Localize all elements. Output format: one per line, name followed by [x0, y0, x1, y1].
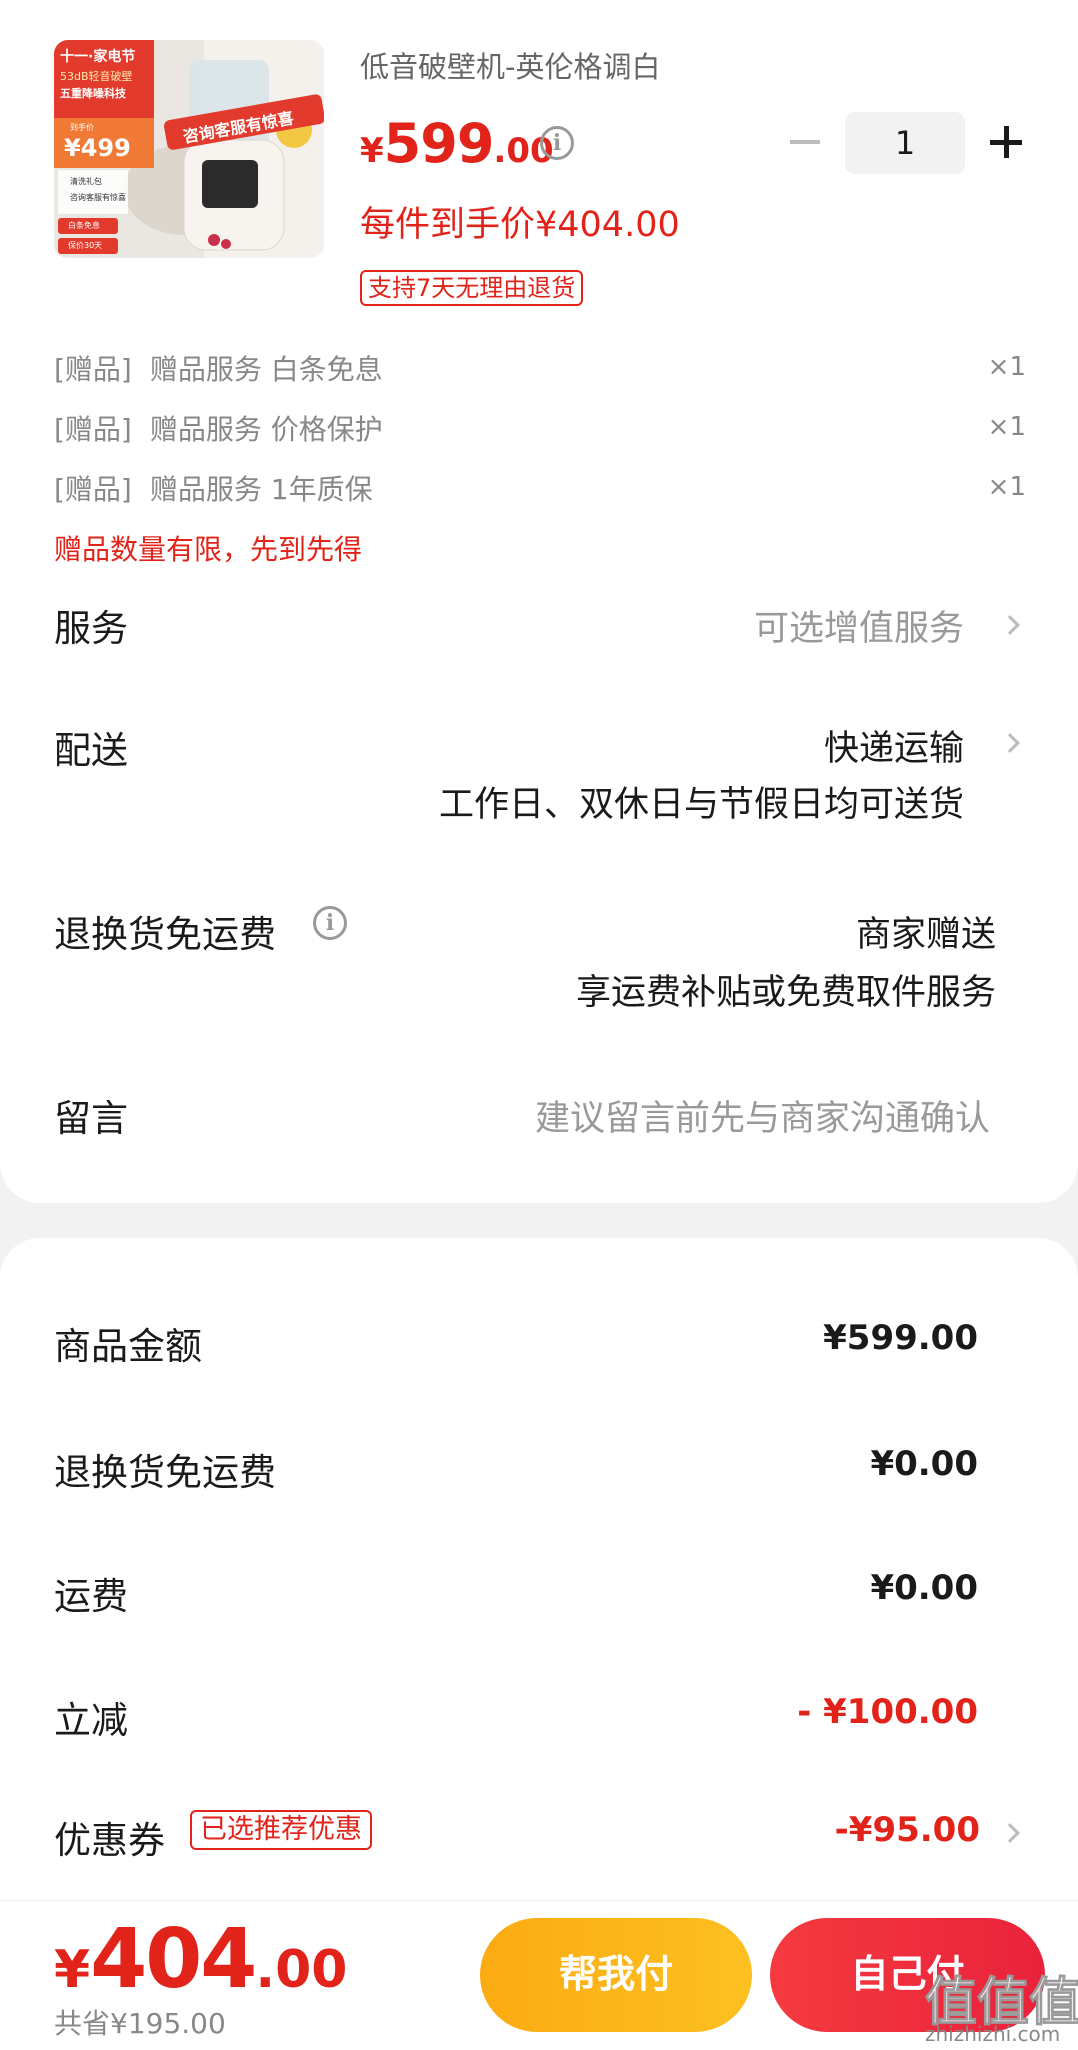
message-input[interactable]: 建议留言前先与商家沟通确认 — [535, 1090, 990, 1141]
gift-tag: [赠品] — [54, 353, 132, 386]
gift-count: ×1 — [987, 472, 1026, 502]
price-info-icon[interactable]: i — [540, 126, 574, 160]
instant-discount-label: 立减 — [54, 1699, 128, 1742]
return-fee-value: ¥0.00 — [870, 1444, 978, 1484]
product-image-side-2: 咨询客服有惊喜 — [70, 193, 126, 202]
shipping-fee-label: 运费 — [54, 1575, 128, 1618]
total-integer: 404 — [90, 1912, 257, 2007]
product-image-feature-2: 五重降噪科技 — [60, 87, 126, 100]
gift-item: [赠品] 赠品服务 1年质保 — [54, 468, 373, 508]
delivery-label: 配送 — [54, 729, 128, 772]
return-fee-label: 退换货免运费 — [54, 1451, 276, 1494]
gift-tag: [赠品] — [54, 413, 132, 446]
goods-amount-label: 商品金额 — [54, 1325, 202, 1368]
message-label: 留言 — [54, 1097, 128, 1140]
coupon-selected-badge: 已选推荐优惠 — [190, 1810, 372, 1850]
product-image-feature-1: 53dB轻音破壁 — [60, 70, 133, 83]
return-shipping-value: 商家赠送 — [855, 915, 996, 955]
quantity-stepper: 1 — [780, 112, 1030, 176]
total-saved: 共省¥195.00 — [54, 2007, 226, 2040]
product-image-side-1: 清洗礼包 — [70, 177, 102, 186]
product-image-banner: 十一·家电节 — [60, 49, 136, 65]
goods-amount-value: ¥599.00 — [823, 1318, 978, 1358]
shipping-fee-value: ¥0.00 — [870, 1568, 978, 1608]
gift-count: ×1 — [987, 352, 1026, 382]
product-title: 低音破壁机-英伦格调白 — [360, 50, 661, 84]
service-label: 服务 — [54, 607, 128, 650]
return-shipping-label: 退换货免运费 — [54, 913, 276, 956]
delivery-method: 快递运输 — [823, 729, 964, 769]
decrease-quantity-button[interactable] — [790, 140, 820, 144]
service-value: 可选增值服务 — [753, 609, 964, 649]
return-shipping-info-icon[interactable]: i — [313, 906, 347, 940]
gift-tag: [赠品] — [54, 473, 132, 506]
return-shipping-detail: 享运费补贴或免费取件服务 — [575, 973, 996, 1013]
product-image[interactable]: 十一·家电节 53dB轻音破壁 五重降噪科技 到手价 ¥499 咨询客服有惊喜 … — [54, 40, 324, 258]
gift-item: [赠品] 赠品服务 白条免息 — [54, 348, 383, 388]
product-image-bottom-1: 白条免息 — [68, 221, 100, 230]
unit-final-price: 每件到手价¥404.00 — [360, 205, 680, 245]
quantity-input[interactable]: 1 — [845, 112, 965, 174]
gift-name: 赠品服务 价格保护 — [149, 413, 383, 446]
gift-item: [赠品] 赠品服务 价格保护 — [54, 408, 383, 448]
coupon-value: -¥95.00 — [834, 1810, 980, 1850]
watermark-url: zhizhizhi.com — [925, 2022, 1061, 2046]
product-image-price-tag: ¥499 — [64, 134, 131, 162]
gift-limit-note: 赠品数量有限，先到先得 — [54, 533, 363, 566]
instant-discount-value: - ¥100.00 — [797, 1692, 978, 1732]
product-image-bottom-2: 保价30天 — [68, 241, 103, 250]
total-currency: ¥ — [54, 1940, 91, 2000]
help-me-pay-button[interactable]: 帮我付 — [480, 1918, 752, 2032]
delivery-detail: 工作日、双休日与节假日均可送货 — [438, 785, 964, 825]
price-currency: ¥ — [360, 131, 384, 171]
product-price: ¥599.00 — [360, 112, 554, 175]
total-decimal: .00 — [255, 1940, 348, 2000]
coupon-label: 优惠券 — [54, 1819, 165, 1862]
return-policy-badge: 支持7天无理由退货 — [360, 270, 584, 306]
gift-count: ×1 — [987, 412, 1026, 442]
gift-name: 赠品服务 1年质保 — [149, 473, 373, 506]
price-integer: 599 — [383, 112, 495, 175]
watermark-logo: 值值值 zhizhizhi.com — [924, 1960, 1078, 2050]
total-price: ¥404.00 — [54, 1912, 347, 2007]
gift-name: 赠品服务 白条免息 — [149, 353, 383, 386]
product-image-price-label: 到手价 — [70, 123, 94, 132]
